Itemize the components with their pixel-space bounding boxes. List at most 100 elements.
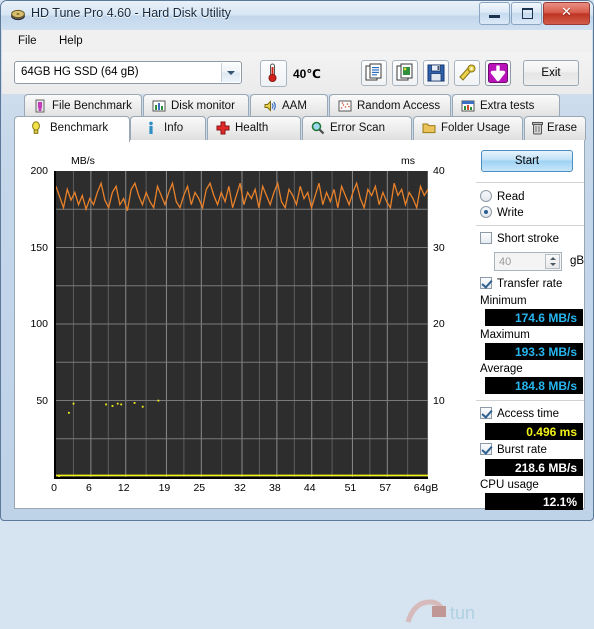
x-tick-2: 12 (117, 482, 130, 494)
tab-strip: File Benchmark Disk monitor AAM Random A… (2, 94, 592, 144)
bar-chart-icon (152, 99, 167, 114)
tab-info[interactable]: Info (130, 116, 206, 140)
save-button[interactable] (423, 60, 449, 86)
checkbox-access-time[interactable]: Access time (480, 407, 559, 420)
menu-item-help-label: Help (59, 35, 83, 47)
checkbox-burst-rate[interactable]: Burst rate (480, 443, 547, 456)
stat-value-cpu-usage: 12.1% (485, 493, 583, 510)
radio-read[interactable]: Read (480, 190, 525, 203)
chart-canvas (56, 171, 428, 477)
menu-item-file-label: File (18, 35, 37, 47)
file-benchmark-icon (33, 99, 48, 114)
copy-image-button[interactable] (392, 60, 418, 86)
settings-button[interactable] (454, 60, 480, 86)
radio-read-label: Read (497, 191, 525, 203)
window-controls: ✕ (478, 2, 590, 25)
checkbox-transfer-rate[interactable]: Transfer rate (480, 277, 562, 290)
menu-item-file[interactable]: File (12, 34, 43, 48)
tab-health-label: Health (235, 122, 269, 134)
y-tick-left-0: 200 (30, 165, 48, 177)
drive-select-value: 64GB HG SSD (64 gB) (21, 66, 139, 78)
x-tick-4: 25 (193, 482, 206, 494)
y-tick-right-2: 20 (433, 318, 445, 330)
radio-read-indicator (480, 190, 492, 202)
maximize-button[interactable] (511, 2, 542, 25)
download-arrow-icon (488, 63, 508, 83)
magnifier-icon (311, 121, 326, 136)
tab-error-scan-label: Error Scan (330, 122, 385, 134)
stat-label-average: Average (480, 363, 523, 375)
temperature-value: 40℃ (293, 67, 321, 81)
stat-label-minimum: Minimum (480, 295, 527, 307)
tab-benchmark[interactable]: Benchmark (14, 116, 130, 142)
title-bar: HD Tune Pro 4.60 - Hard Disk Utility ✕ (1, 1, 593, 30)
stepper-arrows-icon[interactable] (545, 254, 560, 269)
tab-disk-monitor-label: Disk monitor (171, 100, 235, 112)
tab-file-benchmark[interactable]: File Benchmark (24, 94, 142, 118)
x-tick-9: 57 (379, 482, 392, 494)
chevron-down-icon[interactable] (221, 63, 240, 82)
stat-value-access-time: 0.496 ms (485, 423, 583, 440)
benchmark-controls: Start Read Write Short stroke 40 gB Tran… (467, 140, 585, 510)
svg-text:tun: tun (450, 603, 475, 623)
y-tick-left-1: 150 (30, 241, 48, 254)
toolbar: 64GB HG SSD (64 gB) 40℃ Exit (2, 52, 592, 95)
radio-write[interactable]: Write (480, 206, 524, 219)
start-button-label: Start (514, 155, 540, 167)
bulb-icon (29, 121, 44, 136)
menu-item-help[interactable]: Help (53, 34, 89, 48)
tab-error-scan[interactable]: Error Scan (302, 116, 412, 140)
download-button[interactable] (485, 60, 511, 86)
tab-extra-tests[interactable]: Extra tests (452, 94, 560, 118)
tab-benchmark-label: Benchmark (50, 122, 109, 134)
app-logo-icon (10, 7, 26, 23)
tab-aam-label: AAM (282, 100, 307, 112)
menu-bar: File Help (2, 30, 592, 53)
y-tick-right-3: 10 (433, 394, 445, 407)
y-tick-right-0: 40 (433, 165, 445, 177)
short-stroke-value: 40 (499, 256, 512, 268)
tab-random-access[interactable]: Random Access (329, 94, 451, 118)
temperature-indicator (260, 60, 287, 87)
close-button[interactable]: ✕ (543, 2, 590, 25)
checkbox-burst-rate-label: Burst rate (497, 444, 547, 456)
checkbox-short-stroke-indicator (480, 232, 492, 244)
site-watermark: tun (404, 592, 524, 626)
short-stroke-unit: gB (570, 255, 585, 267)
tab-folder-usage[interactable]: Folder Usage (413, 116, 523, 140)
chart-ylabel-left: MB/s (71, 155, 95, 167)
tab-erase[interactable]: Erase (524, 116, 586, 140)
tab-aam[interactable]: AAM (250, 94, 328, 118)
benchmark-panel: MB/s ms 200 150 100 50 40 30 20 10 0 6 12 1… (14, 140, 585, 623)
exit-button[interactable]: Exit (523, 60, 579, 86)
tab-row-bottom: Benchmark Info Health Error Scan Folder … (2, 116, 592, 142)
checkbox-short-stroke[interactable]: Short stroke (480, 232, 559, 245)
benchmark-chart: MB/s ms 200 150 100 50 40 30 20 10 0 6 12 1… (15, 140, 475, 623)
tab-disk-monitor[interactable]: Disk monitor (143, 94, 249, 118)
x-tick-10: 64gB (413, 482, 439, 494)
checkbox-access-time-label: Access time (497, 408, 559, 420)
copy-text-button[interactable] (361, 60, 387, 86)
drive-select[interactable]: 64GB HG SSD (64 gB) (14, 61, 242, 84)
health-cross-icon (216, 121, 231, 136)
folder-icon (422, 121, 437, 136)
close-icon: ✕ (561, 5, 572, 20)
x-tick-7: 44 (303, 482, 316, 494)
start-button[interactable]: Start (481, 150, 573, 172)
y-tick-left-3: 50 (36, 394, 48, 407)
y-tick-right-1: 30 (433, 241, 445, 254)
checkbox-transfer-rate-label: Transfer rate (497, 278, 563, 290)
tab-extra-tests-label: Extra tests (480, 100, 535, 112)
y-tick-left-2: 100 (30, 318, 48, 330)
checkbox-short-stroke-label: Short stroke (497, 233, 559, 245)
scatter-icon (338, 99, 353, 114)
stat-value-maximum: 193.3 MB/s (485, 343, 583, 360)
trash-icon (531, 121, 546, 136)
checkbox-access-time-indicator (480, 407, 492, 419)
short-stroke-stepper[interactable]: 40 (494, 252, 562, 271)
minimize-button[interactable] (479, 2, 510, 25)
tab-health[interactable]: Health (207, 116, 301, 140)
checkbox-transfer-rate-indicator (480, 277, 492, 289)
checkbox-burst-rate-indicator (480, 443, 492, 455)
tab-info-label: Info (164, 122, 184, 134)
